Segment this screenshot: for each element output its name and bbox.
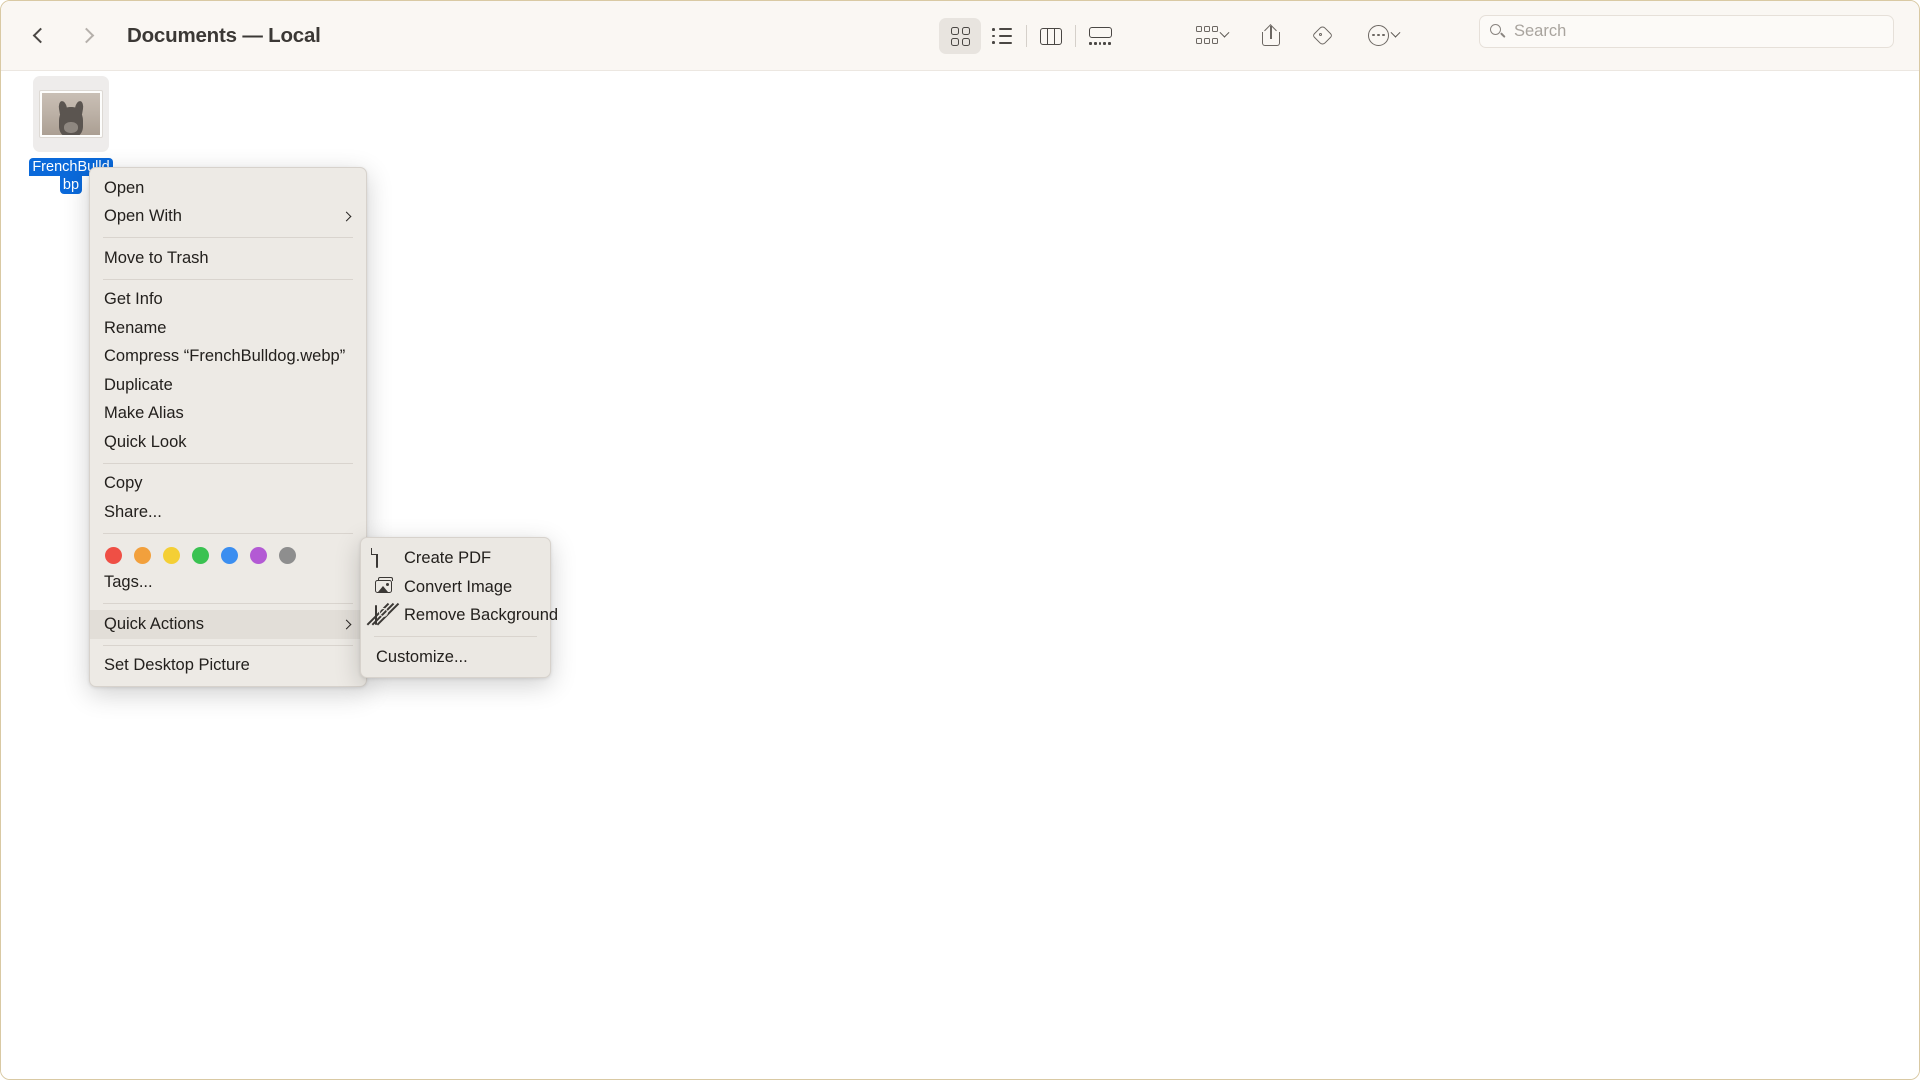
toolbar: Documents — Local xyxy=(1,1,1919,71)
menu-item-set-desktop-picture[interactable]: Set Desktop Picture xyxy=(90,652,366,681)
menu-item-open[interactable]: Open xyxy=(90,174,366,203)
menu-item-label: Get Info xyxy=(104,290,163,309)
share-icon xyxy=(1262,24,1280,46)
submenu-separator xyxy=(374,635,537,637)
share-button[interactable] xyxy=(1262,17,1280,53)
column-view-icon xyxy=(1040,27,1062,45)
menu-item-label: Quick Look xyxy=(104,432,187,451)
grid-view-icon xyxy=(950,26,970,46)
submenu-item-label: Create PDF xyxy=(404,549,492,567)
menu-separator xyxy=(103,644,353,646)
menu-item-label: Open xyxy=(104,178,145,197)
menu-item-label: Set Desktop Picture xyxy=(104,656,250,675)
tag-icon xyxy=(1311,24,1338,46)
menu-item-quick-look[interactable]: Quick Look xyxy=(90,428,366,457)
view-mode-divider xyxy=(1026,25,1027,47)
menu-item-label: Tags... xyxy=(104,573,153,592)
tag-color-yellow[interactable] xyxy=(163,546,180,564)
file-name-line-2: bp xyxy=(59,176,83,194)
tag-color-green[interactable] xyxy=(192,546,209,564)
submenu-item-convert-image[interactable]: Convert Image xyxy=(361,573,550,602)
file-content-area: FrenchBulld bp Open Open With Move to Tr… xyxy=(1,71,1919,1079)
menu-item-make-alias[interactable]: Make Alias xyxy=(90,400,366,429)
menu-item-label: Compress “FrenchBulldog.webp” xyxy=(104,347,346,366)
view-mode-list-button[interactable] xyxy=(981,18,1023,54)
view-mode-divider-2 xyxy=(1075,25,1076,47)
search-field[interactable] xyxy=(1479,15,1894,48)
menu-separator xyxy=(103,532,353,534)
chevron-down-icon-2 xyxy=(1390,27,1401,38)
menu-separator xyxy=(103,237,353,238)
document-icon xyxy=(375,547,394,568)
view-mode-column-button[interactable] xyxy=(1030,18,1072,54)
search-input[interactable] xyxy=(1514,22,1883,41)
menu-item-share[interactable]: Share... xyxy=(90,498,366,527)
menu-separator xyxy=(103,603,353,604)
menu-item-quick-actions[interactable]: Quick Actions xyxy=(90,610,366,639)
tag-color-red[interactable] xyxy=(105,546,122,564)
view-mode-icon-button[interactable] xyxy=(939,18,981,54)
group-by-icon xyxy=(1196,26,1218,44)
ellipsis-circle-icon xyxy=(1368,24,1389,46)
group-by-button[interactable] xyxy=(1196,17,1230,53)
menu-item-move-to-trash[interactable]: Move to Trash xyxy=(90,244,366,273)
tag-color-blue[interactable] xyxy=(221,546,238,564)
menu-separator xyxy=(103,278,353,280)
more-options-button[interactable] xyxy=(1368,17,1401,53)
menu-item-label: Open With xyxy=(104,207,182,226)
quick-actions-submenu: Create PDF Convert Image Remove Backgrou… xyxy=(360,537,558,678)
chevron-right-icon xyxy=(341,211,352,222)
tags-button[interactable] xyxy=(1311,17,1338,53)
tag-color-swatches xyxy=(90,540,366,569)
menu-item-rename[interactable]: Rename xyxy=(90,314,366,343)
menu-item-label: Duplicate xyxy=(104,375,173,394)
back-button[interactable] xyxy=(27,21,53,51)
menu-item-compress[interactable]: Compress “FrenchBulldog.webp” xyxy=(90,343,366,372)
forward-button[interactable] xyxy=(73,21,99,51)
gallery-view-icon xyxy=(1088,27,1112,45)
submenu-item-label: Remove Background xyxy=(404,606,559,624)
submenu-item-label: Convert Image xyxy=(404,577,513,596)
submenu-item-label: Customize... xyxy=(376,647,468,666)
tag-color-gray[interactable] xyxy=(279,546,296,564)
tag-color-purple[interactable] xyxy=(250,546,267,564)
menu-item-tags[interactable]: Tags... xyxy=(90,569,366,598)
view-mode-group xyxy=(939,17,1121,55)
list-view-icon xyxy=(992,28,1012,44)
menu-item-label: Copy xyxy=(104,474,143,493)
chevron-right-icon xyxy=(341,619,352,630)
menu-item-label: Share... xyxy=(104,502,162,521)
navigation-arrows xyxy=(27,21,99,51)
menu-separator xyxy=(103,462,353,464)
menu-item-label: Make Alias xyxy=(104,404,184,423)
photo-stack-icon xyxy=(375,577,394,596)
finder-window: Documents — Local Search FrenchBulld bp … xyxy=(0,0,1920,1080)
menu-item-label: Rename xyxy=(104,318,167,337)
tag-color-orange[interactable] xyxy=(134,546,151,564)
french-bulldog-image xyxy=(40,91,102,137)
menu-item-duplicate[interactable]: Duplicate xyxy=(90,371,366,400)
menu-item-label: Quick Actions xyxy=(104,614,204,633)
menu-item-open-with[interactable]: Open With xyxy=(90,203,366,232)
submenu-item-create-pdf[interactable]: Create PDF xyxy=(361,544,550,573)
chevron-right-icon xyxy=(78,27,94,44)
remove-background-icon xyxy=(366,602,399,625)
submenu-item-customize[interactable]: Customize... xyxy=(361,643,550,672)
page-title: Documents — Local xyxy=(127,23,321,47)
view-mode-gallery-button[interactable] xyxy=(1079,18,1121,54)
chevron-down-icon xyxy=(1219,27,1230,38)
search-icon xyxy=(1490,24,1505,39)
context-menu: Open Open With Move to Trash Get Info Re… xyxy=(89,167,367,687)
file-thumbnail xyxy=(33,76,109,152)
toolbar-actions xyxy=(1196,15,1401,55)
menu-item-label: Move to Trash xyxy=(104,248,209,267)
menu-item-get-info[interactable]: Get Info xyxy=(90,286,366,315)
chevron-left-icon xyxy=(32,27,48,44)
submenu-item-remove-background[interactable]: Remove Background xyxy=(361,601,558,630)
menu-item-copy[interactable]: Copy xyxy=(90,470,366,499)
